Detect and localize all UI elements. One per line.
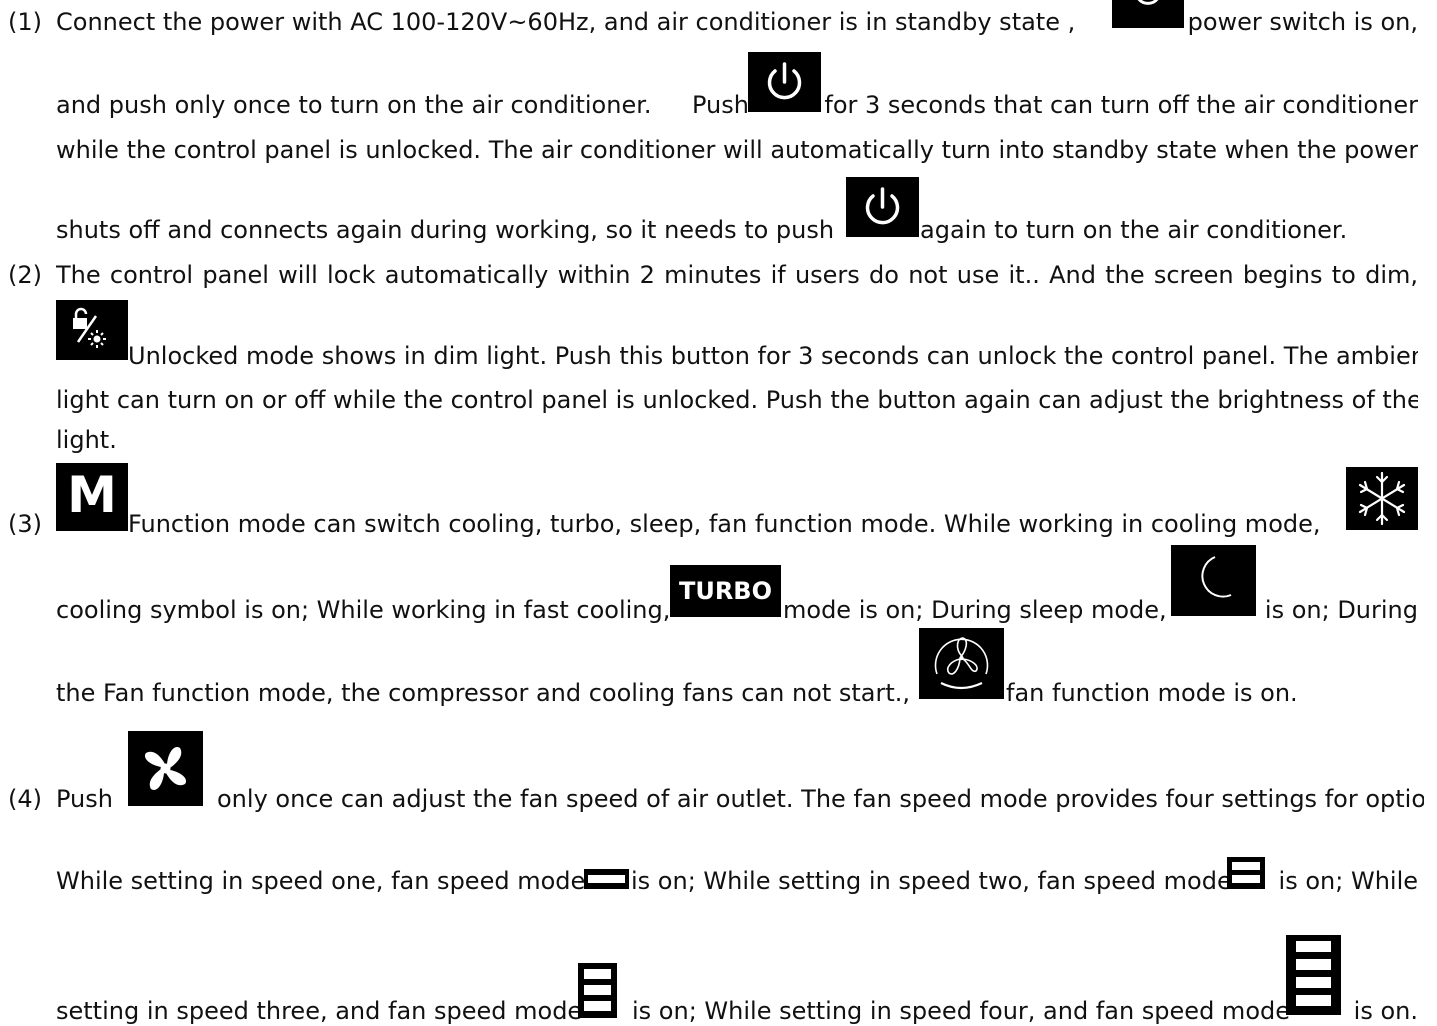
moon-icon [1171, 545, 1256, 616]
power-icon [1112, 0, 1184, 28]
item-1-line-1-text-b: power switch is on, [1187, 8, 1418, 36]
item-3-line-2-text-b: mode is on; During sleep mode, [783, 596, 1167, 624]
fan-mode-icon [919, 628, 1004, 699]
item-1-line-2-text: and push only once to turn on the air co… [56, 91, 652, 119]
speed-four-icon [1286, 935, 1341, 1015]
power-icon [748, 52, 821, 112]
item-3-line-1-text: Function mode can switch cooling, turbo,… [128, 510, 1321, 538]
item-3-line-3-text: the Fan function mode, the compressor an… [56, 679, 911, 707]
turbo-icon-label: TURBO [678, 577, 773, 605]
fan-speed-icon [128, 731, 203, 806]
item-4-line-3-text-c: is on. [1353, 997, 1418, 1025]
item-1-line-4-text-b: again to turn on the air conditioner. [920, 216, 1348, 244]
speed-two-icon [1227, 857, 1265, 889]
item-3-line-2-text: cooling symbol is on; While working in f… [56, 596, 671, 624]
item-1-line-4-text: shuts off and connects again during work… [56, 216, 835, 244]
item-4-line-1-text-b: only once can adjust the fan speed of ai… [217, 785, 1424, 813]
item-4-line-2-text-b: is on; While setting in speed two, fan s… [631, 867, 1232, 895]
mode-m-icon-label: M [67, 466, 117, 524]
item-number: (1) [8, 8, 42, 36]
item-3-line-3-text-b: fan function mode is on. [1006, 679, 1298, 707]
item-4-line-1-text: Push [56, 785, 113, 813]
item-1-line-1-text: Connect the power with AC 100-120V~60Hz,… [56, 8, 1076, 36]
item-4-line-3-text-b: is on; While setting in speed four, and … [632, 997, 1290, 1025]
item-2-line-3-text: light can turn on or off while the contr… [56, 386, 1418, 414]
item-number: (2) [8, 261, 42, 289]
item-1-line-2-text-c: for 3 seconds that can turn off the air … [824, 91, 1418, 119]
mode-m-icon: M [56, 463, 128, 531]
item-number: (3) [8, 510, 42, 538]
item-4-line-2-text: While setting in speed one, fan speed mo… [56, 867, 586, 895]
snowflake-icon [1346, 467, 1418, 530]
item-1-line-2-text-b: Push [692, 91, 749, 119]
speed-one-icon [584, 869, 629, 889]
item-3-line-2-text-c: is on; During [1264, 596, 1418, 624]
turbo-icon: TURBO [670, 565, 781, 617]
item-4-line-2-text-c: is on; While [1278, 867, 1418, 895]
item-1-line-3-text: while the control panel is unlocked. The… [56, 136, 1418, 164]
item-2-line-1-text: The control panel will lock automaticall… [56, 261, 1418, 289]
speed-three-icon [578, 963, 617, 1018]
lock-light-icon [56, 300, 128, 360]
item-number: (4) [8, 785, 42, 813]
item-2-line-4-text: light. [56, 426, 117, 454]
item-2-line-2-text: Unlocked mode shows in dim light. Push t… [128, 342, 1418, 370]
item-4-line-3-text: setting in speed three, and fan speed mo… [56, 997, 583, 1025]
power-icon [846, 177, 919, 237]
